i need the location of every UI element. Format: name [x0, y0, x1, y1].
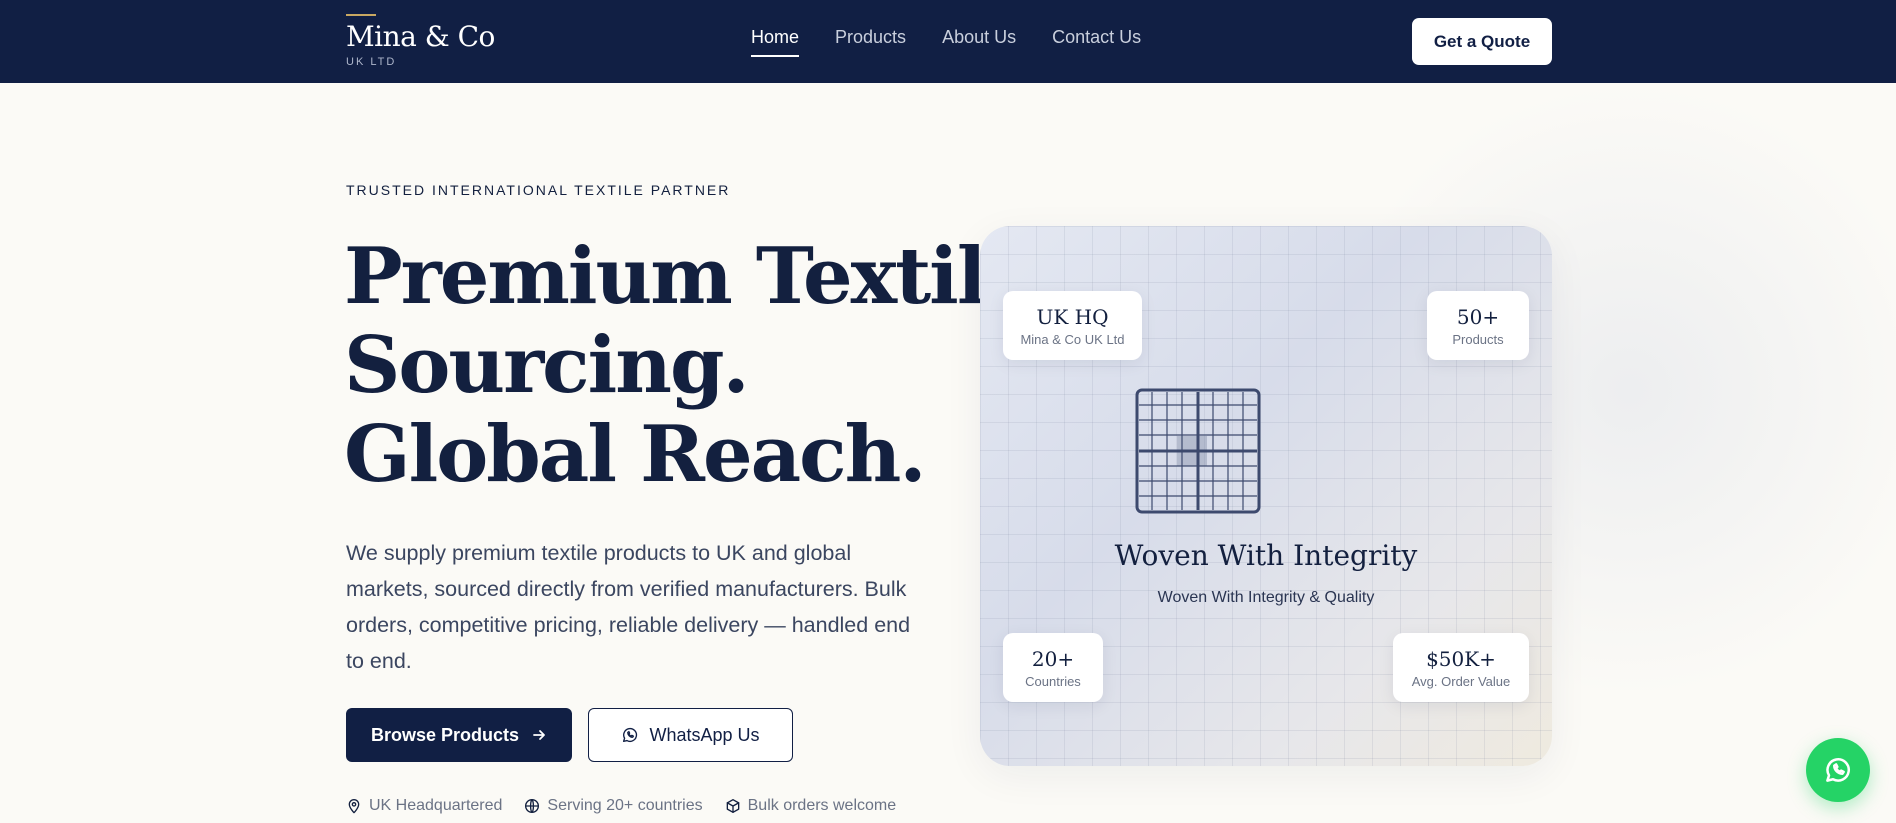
nav-contact-us[interactable]: Contact Us — [1052, 27, 1141, 57]
browse-products-button[interactable]: Browse Products — [346, 708, 572, 762]
hero-visual-card: UK HQ Mina & Co UK Ltd 50+ Products 20+ … — [980, 226, 1552, 766]
brand-name: Mina & Co — [346, 20, 495, 53]
site-header: Mina & Co UK LTD Home Products About Us … — [0, 0, 1896, 83]
hero-headline: Premium Textile Sourcing. Global Reach. — [344, 231, 1034, 500]
whatsapp-floating-button[interactable] — [1806, 738, 1870, 802]
feature-label: UK Headquartered — [369, 797, 503, 814]
hero-features: UK Headquartered Serving 20+ countries B… — [346, 797, 896, 815]
stat-value: 20+ — [1031, 646, 1075, 671]
stat-card-products: 50+ Products — [1427, 291, 1529, 360]
nav-products[interactable]: Products — [835, 27, 906, 57]
woven-fabric-icon — [1135, 388, 1261, 514]
map-pin-icon — [348, 799, 360, 814]
stat-value: 50+ — [1456, 304, 1500, 329]
stat-label: Avg. Order Value — [1411, 673, 1511, 689]
stat-value: UK HQ — [1036, 304, 1109, 329]
feature-label: Serving 20+ countries — [547, 797, 703, 814]
globe-icon — [525, 799, 540, 813]
stat-label: Countries — [1025, 673, 1081, 689]
stat-value: $50K+ — [1426, 646, 1496, 671]
get-quote-button[interactable]: Get a Quote — [1412, 18, 1552, 65]
feature-serving-countries: Serving 20+ countries — [524, 797, 703, 815]
main-nav: Home Products About Us Contact Us — [751, 27, 1141, 57]
stat-label: Products — [1452, 331, 1504, 347]
feature-bulk-orders: Bulk orders welcome — [725, 797, 897, 815]
nav-about-us[interactable]: About Us — [942, 27, 1016, 57]
feature-uk-headquartered: UK Headquartered — [346, 797, 502, 815]
whatsapp-us-label: WhatsApp Us — [649, 724, 760, 745]
headline-line-2: Sourcing. — [344, 320, 750, 411]
browse-products-label: Browse Products — [370, 724, 520, 745]
visual-subtitle: Woven With Integrity & Quality — [1157, 589, 1375, 606]
feature-label: Bulk orders welcome — [747, 797, 897, 814]
box-icon — [726, 799, 739, 813]
stat-label: Mina & Co UK Ltd — [1020, 331, 1125, 347]
brand-accent-rule — [346, 14, 376, 16]
whatsapp-icon — [1826, 758, 1850, 782]
visual-title: Woven With Integrity — [1114, 539, 1418, 572]
hero-eyebrow: TRUSTED INTERNATIONAL TEXTILE PARTNER — [346, 182, 731, 198]
whatsapp-us-button[interactable]: WhatsApp Us — [588, 708, 793, 762]
stat-card-order-value: $50K+ Avg. Order Value — [1393, 633, 1529, 702]
arrow-right-icon — [533, 730, 545, 740]
stat-card-uk-hq: UK HQ Mina & Co UK Ltd — [1003, 291, 1142, 360]
headline-line-3: Global Reach. — [344, 409, 926, 500]
whatsapp-icon — [623, 727, 638, 743]
headline-line-1: Premium Textile — [344, 231, 1034, 322]
hero-description: We supply premium textile products to UK… — [346, 541, 911, 673]
brand-subtitle: UK LTD — [346, 56, 397, 68]
stat-card-countries: 20+ Countries — [1003, 633, 1103, 702]
nav-home[interactable]: Home — [751, 27, 800, 57]
